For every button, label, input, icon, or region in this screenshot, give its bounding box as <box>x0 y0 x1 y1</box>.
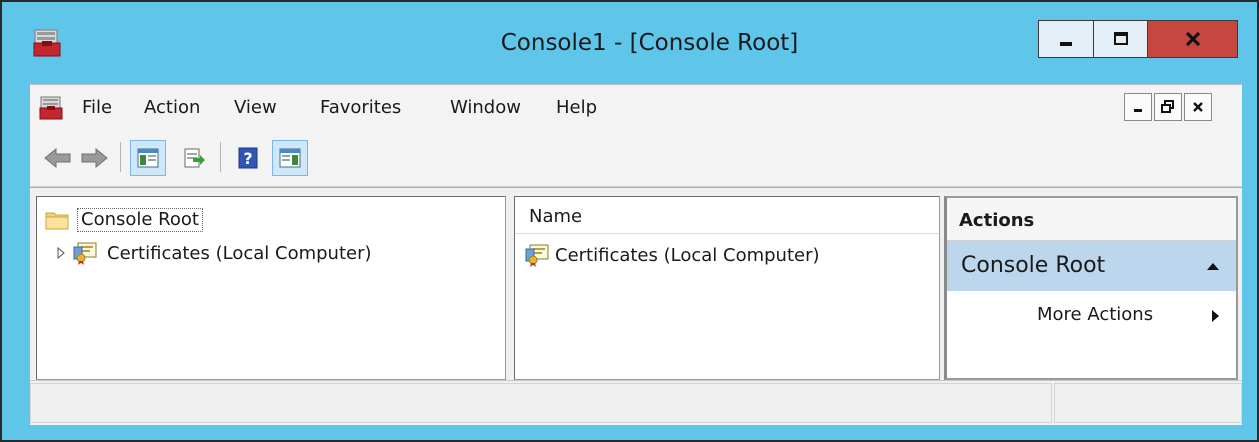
actions-pane: Actions Console Root More Actions <box>944 196 1238 380</box>
show-hide-console-tree-button[interactable] <box>130 140 166 176</box>
toolbar: ? <box>30 130 1242 187</box>
help-icon: ? <box>238 147 258 169</box>
close-button[interactable] <box>1148 20 1238 58</box>
menu-action[interactable]: Action <box>144 97 200 118</box>
tree-node-label: Console Root <box>77 208 203 232</box>
menu-view[interactable]: View <box>234 97 277 118</box>
restore-icon <box>1161 100 1174 113</box>
certificate-icon <box>525 244 549 267</box>
help-button[interactable]: ? <box>230 140 266 176</box>
maximize-button[interactable] <box>1094 20 1148 58</box>
mdi-restore-button[interactable] <box>1154 93 1182 121</box>
list-item-label: Certificates (Local Computer) <box>555 244 820 266</box>
actions-section-console-root[interactable]: Console Root <box>947 241 1236 291</box>
action-more-actions[interactable]: More Actions <box>947 301 1236 331</box>
actions-header-label: Actions <box>959 210 1035 231</box>
menu-help[interactable]: Help <box>556 97 597 118</box>
forward-arrow-icon <box>81 147 108 169</box>
mdi-minimize-button[interactable] <box>1124 93 1152 121</box>
list-item-certificates[interactable]: Certificates (Local Computer) <box>525 243 820 267</box>
show-hide-console-tree-icon <box>137 148 159 168</box>
tree-node-certificates[interactable]: Certificates (Local Computer) <box>55 241 372 265</box>
minimize-icon <box>1060 42 1072 46</box>
actions-section-label: Console Root <box>961 253 1106 278</box>
actions-pane-header: Actions <box>947 198 1236 241</box>
minimize-button[interactable] <box>1038 20 1094 58</box>
status-cell-secondary <box>1054 383 1242 423</box>
status-bar <box>30 380 1242 425</box>
action-item-label: More Actions <box>1037 304 1154 325</box>
collapse-up-arrow-icon[interactable] <box>1206 261 1220 271</box>
toolbar-separator <box>120 142 121 172</box>
results-pane[interactable]: Name Certificates (Local Computer) <box>514 196 940 380</box>
column-header-name[interactable]: Name <box>515 197 939 234</box>
tree-node-label: Certificates (Local Computer) <box>107 242 372 264</box>
folder-icon <box>45 212 69 230</box>
export-list-icon <box>184 148 205 168</box>
forward-button[interactable] <box>76 140 112 176</box>
tree-node-console-root[interactable]: Console Root <box>45 207 203 233</box>
show-hide-action-pane-icon <box>279 148 301 168</box>
menu-window[interactable]: Window <box>450 97 521 118</box>
maximize-icon <box>1113 32 1128 45</box>
menu-favorites[interactable]: Favorites <box>320 97 401 118</box>
mmc-system-menu-icon[interactable] <box>38 95 64 121</box>
title-bar[interactable]: Console1 - [Console Root] <box>2 2 1257 84</box>
expand-triangle-icon[interactable] <box>55 246 67 260</box>
certificate-icon <box>73 242 97 265</box>
close-icon <box>1185 31 1200 47</box>
export-list-button[interactable] <box>176 140 212 176</box>
toolbar-separator <box>220 142 221 172</box>
close-icon <box>1193 102 1203 112</box>
mmc-window: Console1 - [Console Root] File Action Vi… <box>0 0 1259 442</box>
back-button[interactable] <box>40 140 76 176</box>
minimize-icon <box>1134 109 1142 112</box>
submenu-arrow-icon <box>1212 310 1219 322</box>
column-header-label: Name <box>529 206 583 227</box>
back-arrow-icon <box>44 147 71 169</box>
show-hide-action-pane-button[interactable] <box>272 140 308 176</box>
menu-file[interactable]: File <box>82 97 112 118</box>
mdi-close-button[interactable] <box>1184 93 1212 121</box>
status-cell-main <box>30 383 1052 423</box>
content-area: Console Root Certificates (Local Compute… <box>30 188 1242 380</box>
menu-bar: File Action View Favorites Window Help <box>30 84 1242 131</box>
console-tree-pane[interactable]: Console Root Certificates (Local Compute… <box>36 196 506 380</box>
svg-text:?: ? <box>243 149 252 168</box>
